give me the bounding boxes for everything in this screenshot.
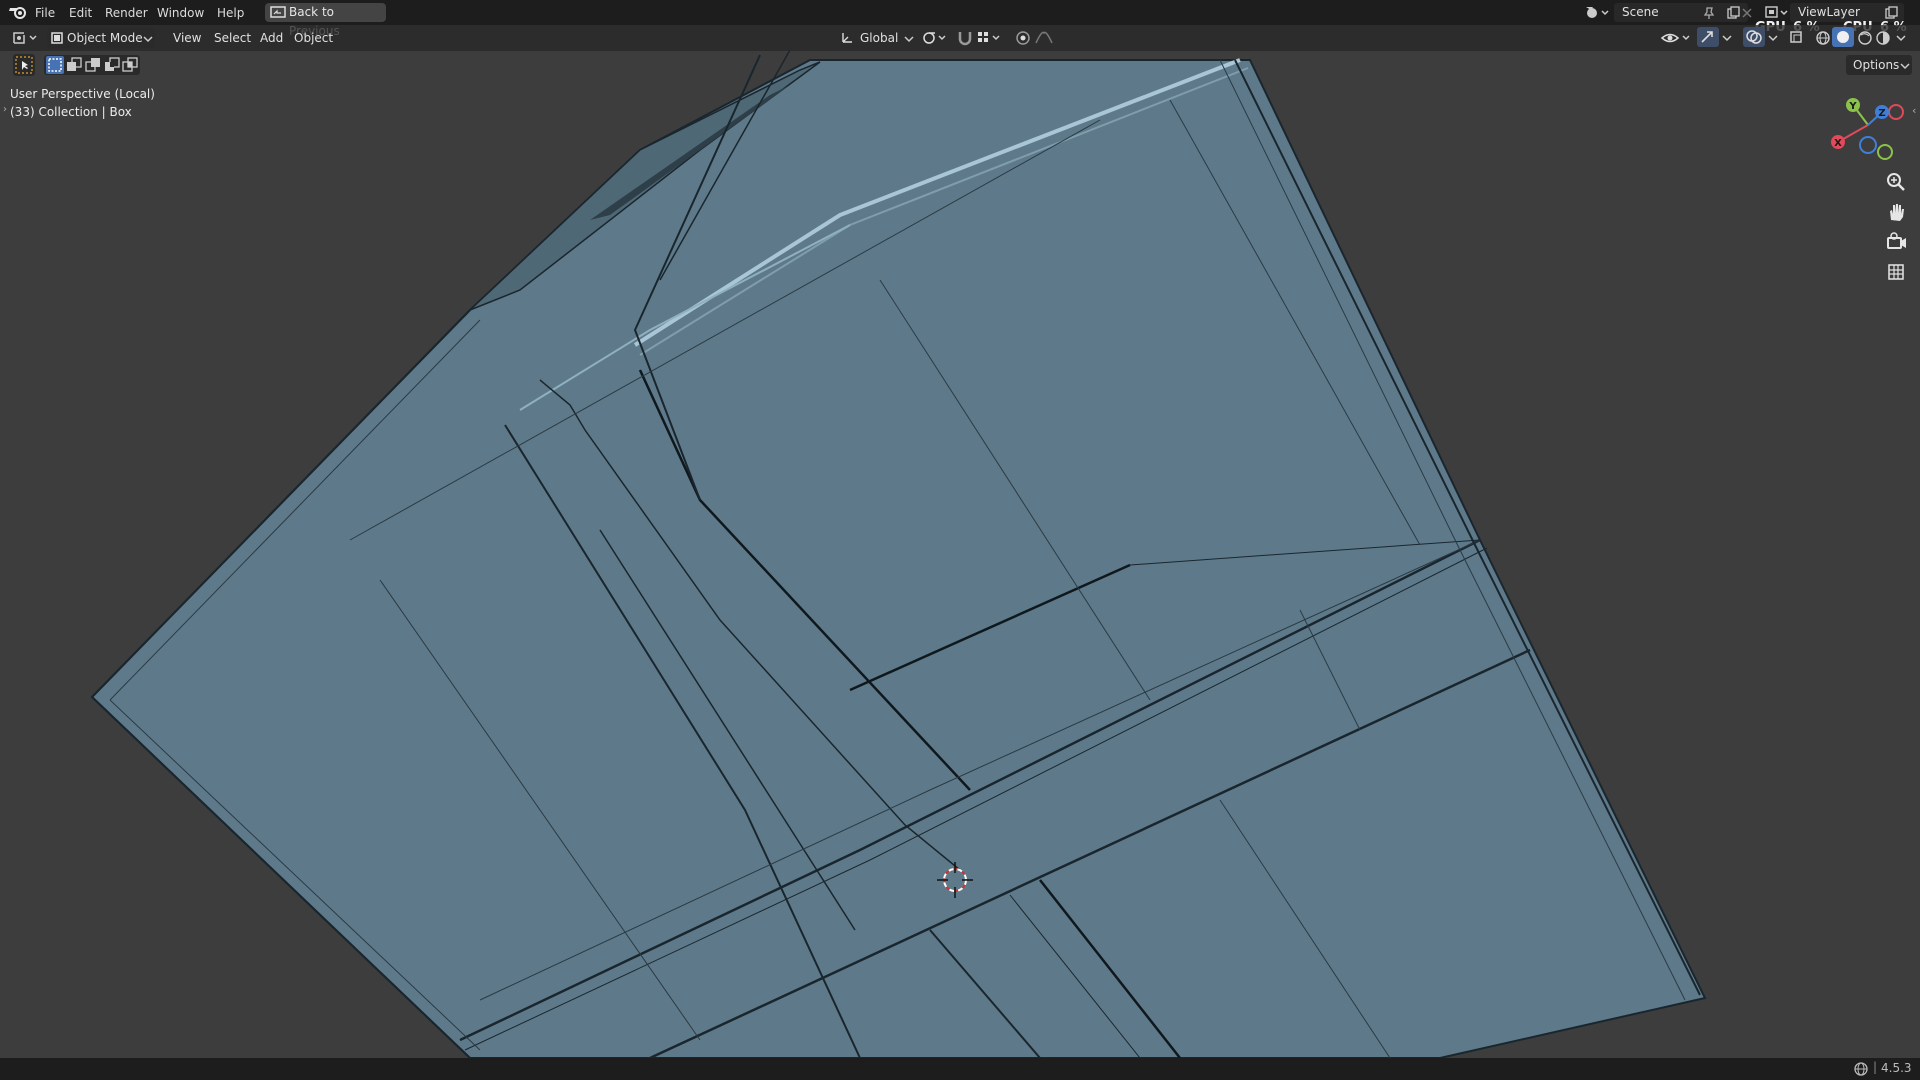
select-tool-button[interactable]: [13, 54, 35, 76]
select-new-icon: [48, 58, 62, 72]
gizmo-x-label: X: [1834, 138, 1842, 149]
menu-object[interactable]: Object: [290, 28, 337, 48]
xray-toggle-icon[interactable]: [1788, 29, 1806, 47]
select-new-button[interactable]: [46, 56, 64, 74]
select-subtract-icon[interactable]: [84, 56, 102, 74]
overlays-toggle[interactable]: [1743, 27, 1765, 47]
pan-hand-icon[interactable]: [1882, 198, 1910, 226]
navigation-gizmo[interactable]: Y X Z: [1830, 90, 1910, 170]
rendered-shading-icon[interactable]: [1874, 29, 1892, 47]
proportional-editing-icon[interactable]: [1014, 29, 1032, 47]
menu-help[interactable]: Help: [213, 5, 248, 21]
gizmo-z-label: Z: [1878, 108, 1885, 119]
blender-logo-icon[interactable]: [8, 4, 28, 20]
object-mode-icon: [51, 32, 63, 44]
gizmo-y-label: Y: [1848, 101, 1857, 112]
screen-icon: [270, 6, 286, 18]
wireframe-shading-icon[interactable]: [1814, 29, 1832, 47]
chevron-down-icon[interactable]: [1767, 29, 1779, 47]
select-extend-icon[interactable]: [65, 56, 83, 74]
new-view-layer-icon[interactable]: [1884, 6, 1898, 20]
menu-edit[interactable]: Edit: [65, 5, 96, 21]
cursor-select-icon: [15, 56, 33, 74]
orientation-axes-icon: [842, 33, 852, 43]
sidebar-collapse-icon[interactable]: ‹: [1912, 104, 1916, 117]
editor-type-icon[interactable]: [10, 29, 40, 47]
status-divider: |: [1873, 1060, 1878, 1074]
menu-window[interactable]: Window: [153, 5, 208, 21]
options-label: Options: [1853, 58, 1900, 72]
view-layer-selector-icon[interactable]: [1764, 4, 1790, 20]
chevron-down-icon[interactable]: [1721, 29, 1733, 47]
status-bar: | 4.5.3: [0, 1058, 1920, 1080]
top-menu-bar: File Edit Render Window Help Back to Pre…: [0, 0, 1920, 38]
options-dropdown[interactable]: Options: [1846, 55, 1912, 75]
menu-view[interactable]: View: [169, 28, 205, 48]
pin-icon[interactable]: [1702, 6, 1716, 20]
falloff-curve-icon[interactable]: [1034, 29, 1054, 47]
scene-selector-icon[interactable]: [1584, 4, 1610, 20]
globe-icon[interactable]: [1853, 1061, 1869, 1077]
camera-view-icon[interactable]: [1882, 228, 1910, 256]
mode-label: Object Mode: [67, 31, 143, 45]
remove-scene-icon[interactable]: [1740, 6, 1754, 20]
menu-add[interactable]: Add: [256, 28, 287, 48]
new-scene-icon[interactable]: [1726, 6, 1740, 20]
select-intersect-icon[interactable]: [121, 56, 139, 74]
version-label: 4.5.3: [1881, 1061, 1912, 1075]
mesh-box[interactable]: [0, 0, 1920, 1058]
scene-name: Scene: [1622, 5, 1659, 19]
pivot-point-icon[interactable]: [921, 29, 949, 47]
transform-orientation-dropdown[interactable]: Global: [838, 28, 916, 48]
viewport-header: Object Mode View Select Add Object Globa…: [0, 25, 1920, 51]
toolbar-expand-icon[interactable]: ›: [3, 104, 7, 115]
visibility-eye-icon[interactable]: [1660, 29, 1692, 47]
gizmo-toggle[interactable]: [1697, 27, 1719, 47]
orientation-label: Global: [860, 31, 899, 45]
select-invert-icon[interactable]: [103, 56, 121, 74]
scene-field[interactable]: Scene: [1614, 3, 1748, 22]
chevron-down-icon: [143, 36, 153, 43]
back-to-previous-button[interactable]: Back to Previous: [265, 3, 386, 38]
collection-label: (33) Collection | Box: [10, 105, 132, 119]
solid-shading-toggle[interactable]: [1832, 27, 1854, 47]
menu-render[interactable]: Render: [101, 5, 152, 21]
chevron-down-icon: [1900, 63, 1910, 70]
zoom-icon[interactable]: [1882, 168, 1910, 196]
chevron-down-icon[interactable]: [1895, 29, 1907, 47]
ortho-grid-icon[interactable]: [1882, 258, 1910, 286]
tool-settings-row: Options: [0, 51, 1920, 79]
perspective-label: User Perspective (Local): [10, 87, 155, 101]
overlays-icon: [1746, 30, 1762, 44]
material-shading-icon[interactable]: [1856, 29, 1874, 47]
solid-shading-icon: [1837, 31, 1849, 43]
snap-target-icon[interactable]: [976, 29, 1004, 47]
gizmo-icon: [1701, 31, 1713, 43]
mode-dropdown[interactable]: Object Mode: [47, 28, 155, 48]
snap-magnet-icon[interactable]: [957, 29, 973, 47]
chevron-down-icon: [904, 36, 914, 43]
menu-select[interactable]: Select: [210, 28, 255, 48]
menu-file[interactable]: File: [31, 5, 59, 21]
3d-viewport[interactable]: User Perspective (Local) (33) Collection…: [0, 0, 1920, 1058]
selection-mode-group: [44, 55, 140, 75]
